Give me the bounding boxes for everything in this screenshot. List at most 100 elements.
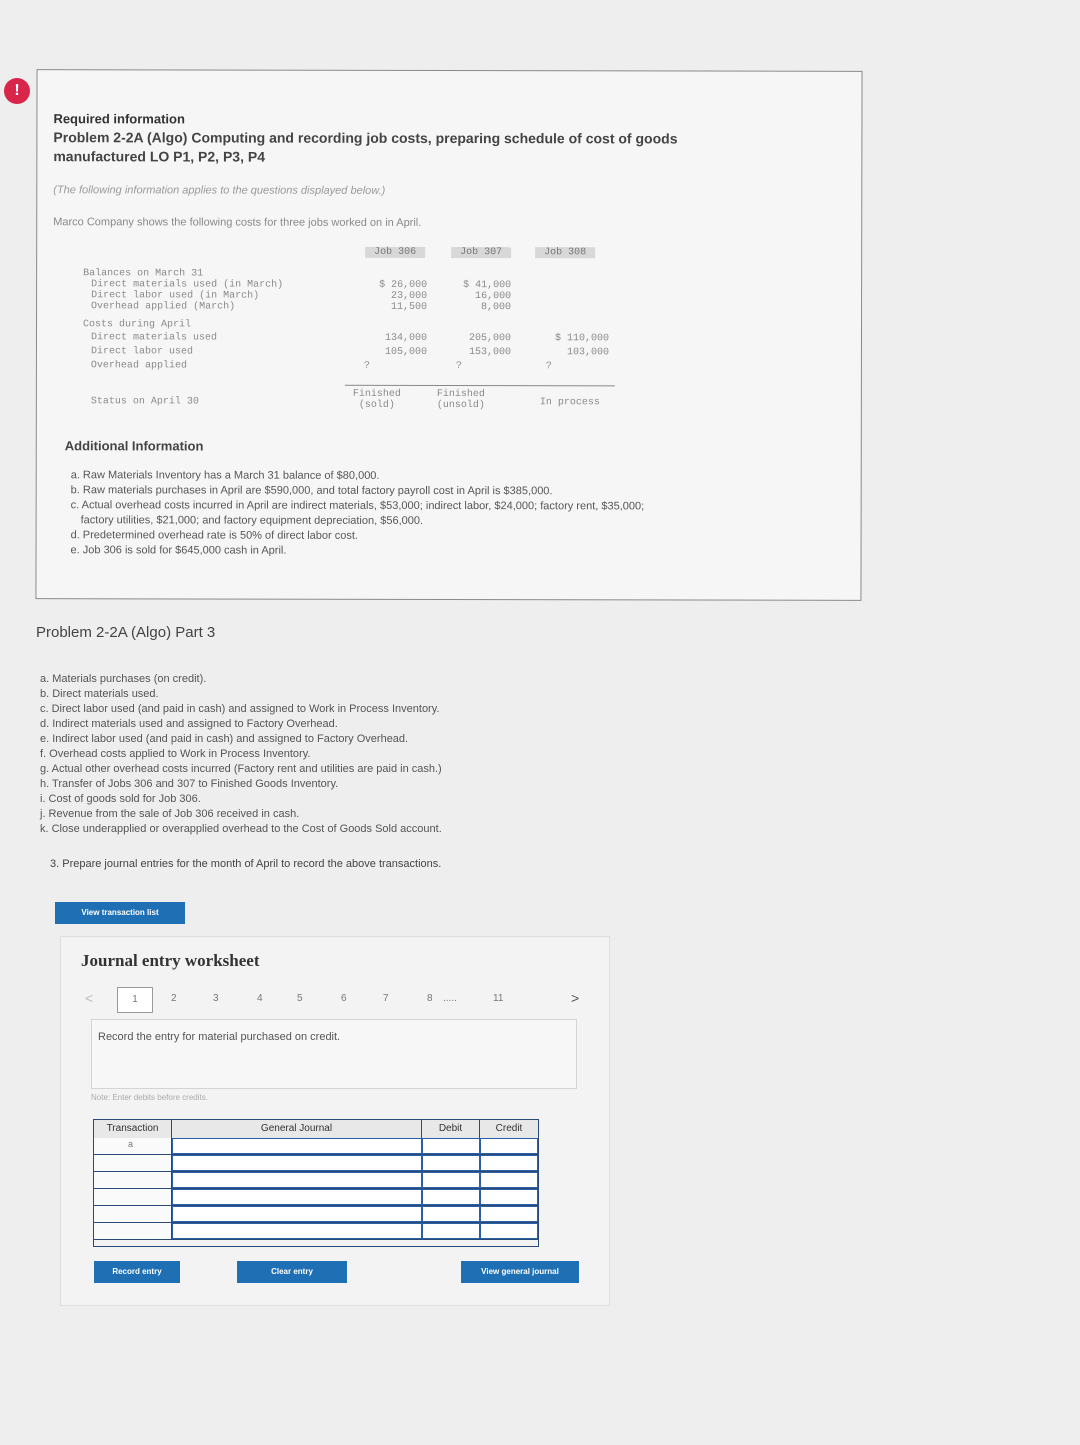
prev-page-icon[interactable]: < bbox=[85, 990, 93, 1006]
table-total-rule bbox=[344, 384, 615, 387]
list-item: d. Indirect materials used and assigned … bbox=[40, 718, 338, 730]
list-item: h. Transfer of Jobs 306 and 307 to Finis… bbox=[40, 778, 339, 790]
table-row-label: Direct labor used (in March) bbox=[91, 290, 260, 302]
page-tab-4[interactable]: 4 bbox=[257, 993, 263, 1004]
transaction-cell bbox=[94, 1155, 172, 1171]
list-item: b. Direct materials used. bbox=[40, 688, 159, 700]
account-input[interactable] bbox=[172, 1206, 422, 1222]
part-title: Problem 2-2A (Algo) Part 3 bbox=[36, 624, 216, 641]
credit-input[interactable] bbox=[480, 1206, 538, 1222]
general-journal-column-header: General Journal bbox=[172, 1120, 422, 1138]
account-input[interactable] bbox=[172, 1138, 422, 1154]
list-item: b. Raw materials purchases in April are … bbox=[70, 484, 553, 498]
worksheet-title: Journal entry worksheet bbox=[81, 951, 260, 970]
credit-input[interactable] bbox=[480, 1155, 538, 1171]
problem-title: Problem 2-2A (Algo) Computing and record… bbox=[53, 129, 678, 165]
col-header-job308: Job 308 bbox=[535, 247, 596, 259]
credit-input[interactable] bbox=[480, 1189, 538, 1205]
debit-input[interactable] bbox=[422, 1138, 480, 1154]
debit-input[interactable] bbox=[422, 1189, 480, 1205]
list-item: a. Raw Materials Inventory has a March 3… bbox=[70, 469, 380, 482]
list-item: c. Direct labor used (and paid in cash) … bbox=[40, 703, 440, 715]
table-row-label: Balances on March 31 bbox=[83, 268, 204, 280]
transaction-cell bbox=[94, 1223, 172, 1239]
list-item: a. Materials purchases (on credit). bbox=[40, 673, 207, 685]
list-item: c. Actual overhead costs incurred in Apr… bbox=[70, 499, 645, 513]
page-tab-11[interactable]: 11 bbox=[493, 993, 503, 1004]
transaction-cell bbox=[94, 1206, 172, 1222]
table-row-label: Direct materials used bbox=[90, 332, 218, 344]
table-cell: ? bbox=[545, 361, 552, 373]
job-cost-table: Job 306 Job 307 Job 308 Balances on Marc… bbox=[83, 246, 623, 417]
alert-icon: ! bbox=[4, 78, 30, 104]
required-information-panel: Required information Problem 2-2A (Algo)… bbox=[35, 69, 863, 601]
page-tab-3[interactable]: 3 bbox=[213, 993, 219, 1004]
credit-input[interactable] bbox=[480, 1138, 538, 1154]
account-input[interactable] bbox=[172, 1155, 422, 1171]
table-cell: ? bbox=[455, 361, 462, 373]
table-cell: $ 26,000 bbox=[379, 279, 428, 291]
transaction-letter: a bbox=[128, 1139, 134, 1149]
page-tab-8[interactable]: 8 bbox=[427, 993, 433, 1004]
debit-input[interactable] bbox=[422, 1155, 480, 1171]
info-note: (The following information applies to th… bbox=[53, 184, 386, 197]
account-input[interactable] bbox=[172, 1172, 422, 1188]
table-cell: $ 110,000 bbox=[554, 333, 610, 345]
list-item: e. Job 306 is sold for $645,000 cash in … bbox=[70, 544, 287, 557]
table-row-label: Overhead applied (March) bbox=[91, 301, 236, 313]
table-row bbox=[94, 1206, 538, 1223]
table-row bbox=[94, 1223, 538, 1240]
table-cell: $ 41,000 bbox=[463, 280, 512, 292]
col-header-job306: Job 306 bbox=[365, 246, 426, 258]
list-item: f. Overhead costs applied to Work in Pro… bbox=[40, 748, 311, 760]
additional-information-title: Additional Information bbox=[64, 438, 204, 454]
credit-input[interactable] bbox=[480, 1223, 538, 1239]
page-tab-1[interactable]: 1 bbox=[117, 987, 153, 1013]
table-cell: 23,000 bbox=[391, 290, 428, 302]
debit-input[interactable] bbox=[422, 1172, 480, 1188]
additional-information-list: a. Raw Materials Inventory has a March 3… bbox=[71, 468, 831, 560]
table-cell: Finished (sold) bbox=[352, 388, 401, 411]
clear-entry-button[interactable]: Clear entry bbox=[237, 1261, 347, 1283]
credit-column-header: Credit bbox=[480, 1120, 538, 1138]
table-cell: 11,500 bbox=[391, 301, 428, 313]
debit-input[interactable] bbox=[422, 1206, 480, 1222]
page-tab-5[interactable]: 5 bbox=[297, 993, 303, 1004]
list-item: g. Actual other overhead costs incurred … bbox=[40, 763, 442, 775]
journal-entry-worksheet: Journal entry worksheet < 1 2 3 4 5 6 7 … bbox=[60, 936, 610, 1306]
transaction-list: a. Materials purchases (on credit). b. D… bbox=[40, 672, 442, 837]
transaction-cell bbox=[94, 1189, 172, 1205]
view-general-journal-button[interactable]: View general journal bbox=[461, 1261, 579, 1283]
transaction-cell: a bbox=[94, 1138, 172, 1154]
transaction-column-header: Transaction bbox=[94, 1120, 172, 1138]
table-cell: Finished (unsold) bbox=[436, 388, 485, 412]
account-input[interactable] bbox=[172, 1189, 422, 1205]
list-item: k. Close underapplied or overapplied ove… bbox=[40, 823, 442, 835]
table-row: a bbox=[94, 1138, 538, 1155]
list-item: i. Cost of goods sold for Job 306. bbox=[40, 793, 201, 805]
page-tab-6[interactable]: 6 bbox=[341, 993, 347, 1004]
page-tab-2[interactable]: 2 bbox=[171, 993, 177, 1004]
company-intro: Marco Company shows the following costs … bbox=[53, 216, 422, 229]
table-cell: 153,000 bbox=[468, 347, 511, 359]
entry-prompt: Record the entry for material purchased … bbox=[98, 1031, 341, 1043]
table-row-label: Status on April 30 bbox=[90, 396, 199, 408]
credit-input[interactable] bbox=[480, 1172, 538, 1188]
required-information-label: Required information bbox=[53, 111, 185, 127]
table-cell: 8,000 bbox=[481, 302, 512, 314]
entry-prompt-box: Record the entry for material purchased … bbox=[91, 1019, 577, 1089]
list-item: factory utilities, $21,000; and factory … bbox=[80, 514, 424, 527]
debit-column-header: Debit bbox=[422, 1120, 480, 1138]
record-entry-button[interactable]: Record entry bbox=[94, 1261, 180, 1283]
table-row-label: Direct labor used bbox=[90, 346, 194, 358]
account-input[interactable] bbox=[172, 1223, 422, 1239]
next-page-icon[interactable]: > bbox=[571, 990, 579, 1006]
debit-input[interactable] bbox=[422, 1223, 480, 1239]
table-row bbox=[94, 1155, 538, 1172]
page-ellipsis: ..... bbox=[443, 993, 457, 1004]
view-transaction-list-button[interactable]: View transaction list bbox=[55, 902, 185, 924]
table-row-label: Costs during April bbox=[83, 319, 192, 331]
list-item: d. Predetermined overhead rate is 50% of… bbox=[70, 529, 358, 542]
page-tab-7[interactable]: 7 bbox=[383, 993, 389, 1004]
list-item: e. Indirect labor used (and paid in cash… bbox=[40, 733, 409, 745]
